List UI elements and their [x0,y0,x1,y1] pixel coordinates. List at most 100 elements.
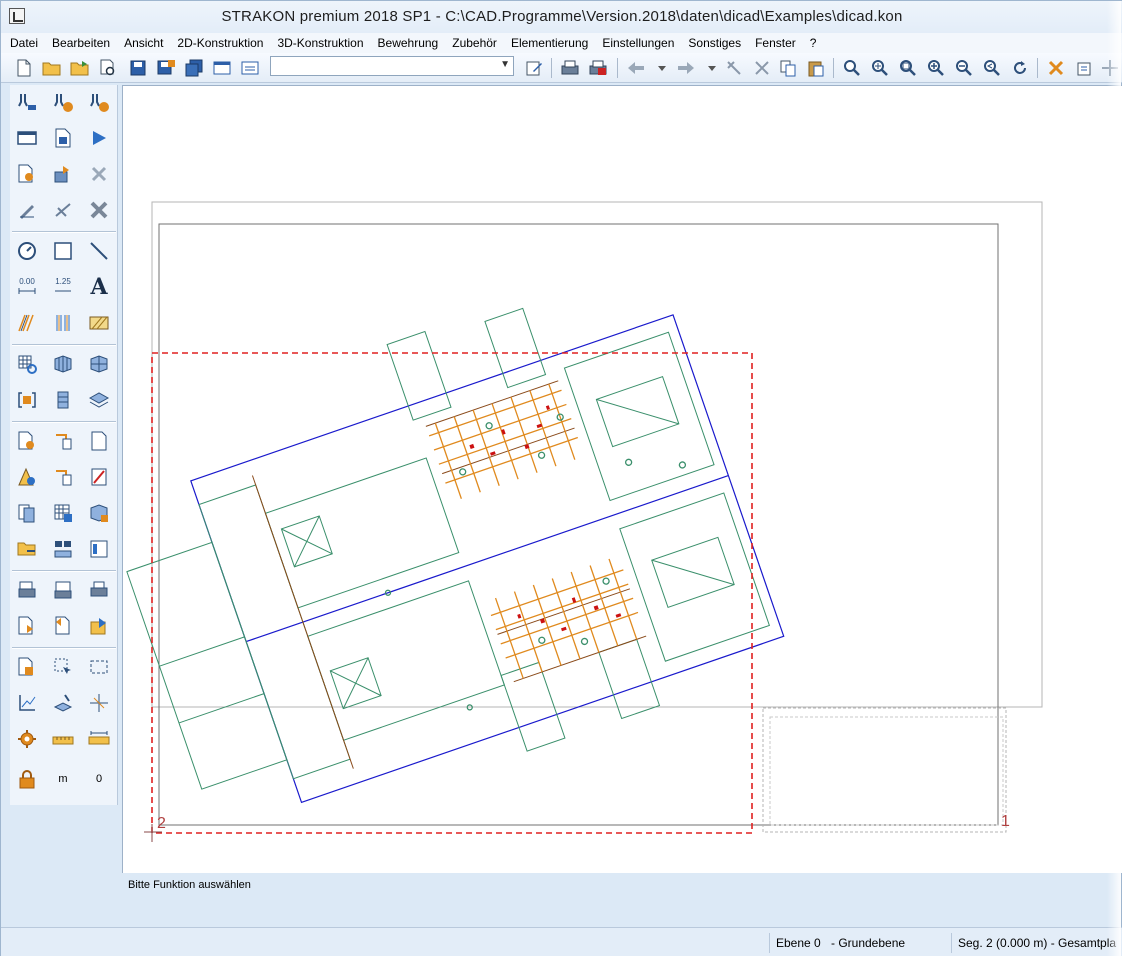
properties-icon[interactable] [1073,57,1095,79]
rebar-page-icon[interactable] [86,428,112,454]
copy-pages-icon[interactable] [14,500,40,526]
element-3d-alt-icon[interactable] [86,351,112,377]
drawing-canvas[interactable]: 2 1 [122,85,1122,873]
column-element-icon[interactable] [50,387,76,413]
dwg-export-icon[interactable] [14,613,40,639]
preview-icon[interactable] [97,57,119,79]
pick-icon[interactable] [723,57,745,79]
menu-datei[interactable]: Datei [10,36,38,50]
move-element-icon[interactable] [14,654,40,680]
ruler-icon[interactable] [50,726,76,752]
save-all-icon[interactable] [183,57,205,79]
rectangle-icon[interactable] [50,238,76,264]
printer-icon[interactable] [86,577,112,603]
surface-edit-icon[interactable] [50,690,76,716]
back-dropdown-icon[interactable] [651,57,673,79]
rebar-shape-icon[interactable] [50,428,76,454]
search-document-icon[interactable] [14,161,40,187]
zero-value-button[interactable]: 0 [86,766,112,792]
pencil-icon[interactable] [14,197,40,223]
zoom-previous-icon[interactable] [981,57,1003,79]
element-3d-icon[interactable] [50,351,76,377]
zoom-out-icon[interactable] [953,57,975,79]
forward-dropdown-icon[interactable] [701,57,723,79]
window-icon[interactable] [211,57,233,79]
save-as-icon[interactable] [155,57,177,79]
menu-help[interactable]: ? [810,36,817,50]
play-icon[interactable] [86,125,112,151]
open-recent-icon[interactable] [69,57,91,79]
new-file-icon[interactable] [13,57,35,79]
tool-settings-1-icon[interactable] [14,89,40,115]
gear-icon[interactable] [14,726,40,752]
menu-sonstiges[interactable]: Sonstiges [688,36,741,50]
zoom-all-icon[interactable] [897,57,919,79]
unit-meter-button[interactable]: m [50,766,76,792]
lock-icon[interactable] [14,766,40,792]
tool-settings-2-icon[interactable] [50,89,76,115]
zoom-window-icon[interactable] [841,57,863,79]
bracket-element-icon[interactable] [14,387,40,413]
rebar-bend-icon[interactable] [50,464,76,490]
mesh-3d-icon[interactable] [86,500,112,526]
selection-frame-icon[interactable] [86,654,112,680]
hatch-area-icon[interactable] [86,310,112,336]
hierarchy-icon[interactable] [50,536,76,562]
cut-icon[interactable] [751,57,773,79]
copy-icon[interactable] [777,57,799,79]
save-icon[interactable] [127,57,149,79]
rebar-edit-icon[interactable] [14,464,40,490]
dwg-import-icon[interactable] [50,613,76,639]
hatch-lines-icon[interactable] [14,310,40,336]
plot-icon[interactable] [14,577,40,603]
menu-2d-konstruktion[interactable]: 2D-Konstruktion [177,36,263,50]
back-arrow-icon[interactable] [625,57,647,79]
dimension-tool[interactable]: 0.00 [14,274,40,300]
plot-preview-icon[interactable] [50,577,76,603]
print-pdf-icon[interactable] [587,57,609,79]
layer-combo[interactable]: ▼ [270,56,514,76]
menu-einstellungen[interactable]: Einstellungen [602,36,674,50]
mesh-grid-icon[interactable] [50,500,76,526]
package-icon[interactable] [86,613,112,639]
menu-zubehoer[interactable]: Zubehör [452,36,497,50]
pattern-lines-icon[interactable] [50,310,76,336]
redraw-icon[interactable] [1009,57,1031,79]
measure-ruler-icon[interactable] [86,726,112,752]
list-window-icon[interactable] [86,536,112,562]
measure-clock-icon[interactable] [14,238,40,264]
forward-arrow-icon[interactable] [675,57,697,79]
document-icon[interactable] [50,125,76,151]
grid-refresh-icon[interactable] [14,351,40,377]
select-region-icon[interactable] [50,654,76,680]
print-setup-icon[interactable] [559,57,581,79]
axis-graph-icon[interactable] [14,690,40,716]
delete-element-icon[interactable] [1045,57,1067,79]
rebar-diagonal-icon[interactable] [86,464,112,490]
scale-tool[interactable]: 1.25 [50,274,76,300]
text-tool[interactable]: A [86,274,112,300]
close-icon[interactable] [86,197,112,223]
open-folder-icon[interactable] [41,57,63,79]
transfer-icon[interactable] [50,161,76,187]
menu-3d-konstruktion[interactable]: 3D-Konstruktion [277,36,363,50]
menu-ansicht[interactable]: Ansicht [124,36,163,50]
folder-list-icon[interactable] [14,536,40,562]
trim-icon[interactable] [50,197,76,223]
zoom-in-icon[interactable] [869,57,891,79]
line-icon[interactable] [86,238,112,264]
tool-settings-3-icon[interactable] [86,89,112,115]
layers-stack-icon[interactable] [86,387,112,413]
menu-elementierung[interactable]: Elementierung [511,36,588,50]
rebar-settings-icon[interactable] [14,428,40,454]
menu-bewehrung[interactable]: Bewehrung [378,36,439,50]
paste-icon[interactable] [805,57,827,79]
zoom-plus-icon[interactable] [925,57,947,79]
crosshair-icon[interactable] [86,690,112,716]
edit-note-icon[interactable] [523,57,545,79]
window-list-icon[interactable] [239,57,261,79]
chevron-down-icon[interactable]: ▼ [500,59,510,70]
menu-fenster[interactable]: Fenster [755,36,796,50]
menu-bearbeiten[interactable]: Bearbeiten [52,36,110,50]
layer-window-icon[interactable] [14,125,40,151]
